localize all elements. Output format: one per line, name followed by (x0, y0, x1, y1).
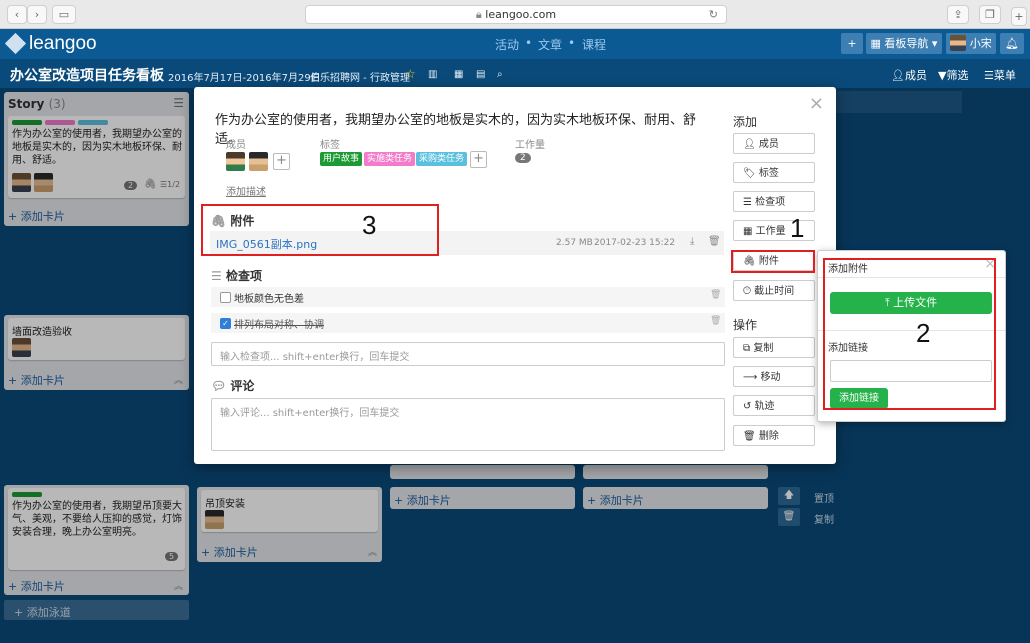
card-detail-modal: 作为办公室的使用者，我期望办公室的地板是实木的，因为实木地板环保、耐用、舒适。 … (194, 87, 836, 464)
user-plus-icon: 👤︎ (743, 139, 759, 150)
lock-icon: 🔒︎ (475, 8, 486, 21)
comments-heading: 💬︎ 评论 (211, 379, 255, 393)
checkbox-checked[interactable]: ✓ (220, 318, 231, 329)
annotation-number-3: 3 (362, 210, 377, 240)
annotation-box-1 (731, 250, 815, 273)
grid-icon: ▦ (870, 37, 885, 50)
attachment-date: 2017-02-23 15:22 (594, 238, 676, 248)
back-button[interactable]: ‹ (7, 5, 27, 24)
trash-icon[interactable]: 🗑︎ (710, 290, 721, 300)
copy-card-button[interactable]: ⧉ 复制 (733, 337, 815, 358)
add-button[interactable]: + (841, 33, 863, 54)
workload-value[interactable]: 2 (515, 153, 531, 163)
tag-procurement[interactable]: 采购类任务 (416, 152, 468, 166)
workload-label: 工作量 (515, 140, 545, 151)
share-icon[interactable]: ⇪ (947, 5, 969, 24)
arrow-right-icon: ⟶ (743, 372, 761, 383)
delete-card-button[interactable]: 🗑︎ 删除 (733, 425, 815, 446)
members-label: 成员 (226, 140, 246, 151)
tag-user-story[interactable]: 用户故事 (320, 152, 363, 166)
add-due-date-button[interactable]: 🕑︎ 截止时间 (733, 280, 815, 301)
star-icon[interactable]: ☆ (405, 67, 416, 81)
checkbox[interactable] (220, 292, 231, 303)
board-title: 办公室改造项目任务看板 (10, 68, 164, 84)
annotation-number-1: 1 (790, 213, 805, 243)
menu-button[interactable]: ☰菜单 (984, 67, 1016, 83)
trash-icon[interactable]: 🗑︎ (710, 316, 721, 326)
modal-title[interactable]: 作为办公室的使用者，我期望办公室的地板是实木的，因为实木地板环保、耐用、舒适。 (215, 109, 705, 147)
nav-sep: • (568, 36, 576, 50)
board-nav-button[interactable]: ▦ 看板导航 ▾ (866, 33, 942, 54)
checklist-heading: ☰ 检查项 (211, 269, 262, 283)
members-button[interactable]: 👤︎成员 (891, 67, 927, 83)
avatar[interactable] (226, 152, 245, 171)
checklist-input[interactable]: 输入检查项... shift+enter换行，回车提交 (211, 342, 725, 366)
bell-icon[interactable]: 🔔︎ (1000, 33, 1024, 54)
board-org[interactable]: 伯乐招聘网 - 行政管理 (310, 69, 410, 84)
filter-button[interactable]: ▼筛选 (938, 67, 968, 83)
table-icon[interactable]: ▦ (454, 69, 463, 80)
logo[interactable]: leangoo (4, 32, 97, 55)
checklist-item-text[interactable]: 地板颜色无色差 (234, 290, 304, 305)
labels-label: 标签 (320, 140, 340, 151)
download-icon[interactable]: ⤓ (690, 236, 694, 247)
sidebar-toggle-icon[interactable]: ▭ (52, 5, 76, 24)
attachment-size: 2.57 MB (556, 238, 593, 248)
add-tag-icon[interactable]: + (470, 151, 487, 168)
annotation-number-2: 2 (916, 318, 931, 348)
address-bar[interactable]: 🔒︎ leangoo.com ↻ (305, 5, 727, 24)
nav-sep: • (525, 36, 533, 50)
reload-icon[interactable]: ↻ (709, 6, 718, 23)
chart-icon[interactable]: ▥ (428, 69, 437, 80)
add-description-link[interactable]: 添加描述 (226, 183, 266, 198)
url-text: leangoo.com (485, 8, 557, 21)
archive-icon[interactable]: ▤ (476, 69, 485, 80)
user-icon: 👤︎ (891, 69, 905, 82)
add-member-icon[interactable]: + (273, 153, 290, 170)
search-icon[interactable]: ⌕ (497, 69, 503, 80)
add-member-button[interactable]: 👤︎ 成员 (733, 133, 815, 154)
ops-section-title: 操作 (733, 318, 758, 332)
trash-icon[interactable]: 🗑︎ (708, 236, 721, 247)
workload-icon: ▦ (743, 226, 756, 237)
trash-icon: 🗑︎ (743, 431, 759, 442)
add-checklist-button[interactable]: ☰ 检查项 (733, 191, 815, 212)
avatar (950, 35, 967, 51)
annotation-box-2 (823, 258, 996, 410)
close-icon[interactable]: × (809, 93, 824, 114)
new-tab-button[interactable]: + (1011, 7, 1027, 26)
forward-button[interactable]: › (27, 5, 47, 24)
nav-articles[interactable]: 文章 (538, 36, 562, 53)
add-section-title: 添加 (733, 115, 758, 129)
checklist-item-text[interactable]: 排列布局对称、协调 (234, 316, 324, 331)
history-button[interactable]: ↺ 轨迹 (733, 395, 815, 416)
history-icon: ↺ (743, 401, 755, 412)
add-tag-button[interactable]: 🏷︎ 标签 (733, 162, 815, 183)
tag-icon: 🏷︎ (743, 168, 759, 179)
logo-icon (4, 32, 27, 55)
avatar[interactable] (249, 152, 268, 171)
tabs-icon[interactable]: ❐ (979, 5, 1001, 24)
list-icon: ☰ (211, 269, 226, 283)
comment-input[interactable]: 输入评论... shift+enter换行，回车提交 (211, 398, 725, 451)
copy-icon: ⧉ (743, 343, 754, 354)
comment-icon: 💬︎ (211, 379, 231, 393)
clock-icon: 🕑︎ (743, 286, 755, 297)
annotation-box-3 (201, 204, 439, 256)
user-menu[interactable]: 小宋 (946, 33, 996, 54)
nav-activity[interactable]: 活动 (495, 36, 519, 53)
board-dates: 2016年7月17日-2016年7月29日 (168, 73, 321, 84)
nav-courses[interactable]: 课程 (582, 36, 606, 53)
tag-implementation[interactable]: 实施类任务 (364, 152, 416, 166)
backdrop-strip (836, 91, 962, 113)
list-icon: ☰ (743, 197, 756, 208)
move-card-button[interactable]: ⟶ 移动 (733, 366, 815, 387)
menu-icon: ☰ (984, 69, 994, 82)
